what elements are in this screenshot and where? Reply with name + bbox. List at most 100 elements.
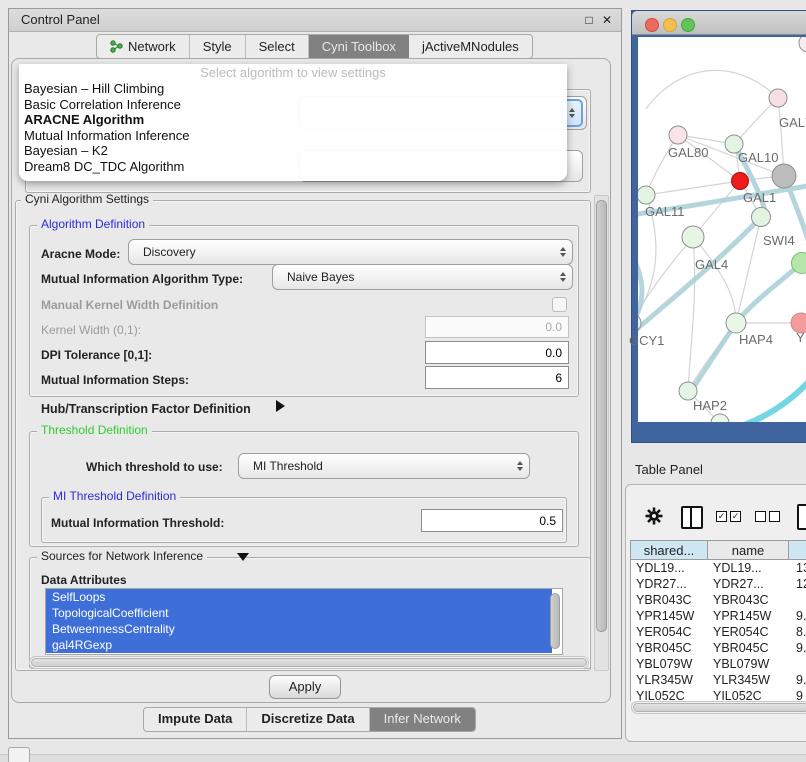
- table-row[interactable]: YDR27...YDR27...12: [631, 576, 806, 592]
- document-icon[interactable]: [797, 504, 806, 530]
- table-row[interactable]: YLR345WYLR345W9.: [631, 672, 806, 688]
- tab-style-label: Style: [203, 36, 232, 58]
- algorithm-option[interactable]: Dream8 DC_TDC Algorithm: [19, 159, 567, 175]
- node-swi4: [752, 208, 771, 227]
- network-canvas[interactable]: GAL7 GAL80 GAL10 GAL1 GAL11 SWI4 GAL4 GC…: [638, 37, 806, 422]
- tab-select[interactable]: Select: [246, 35, 309, 58]
- split-columns-icon[interactable]: [681, 506, 703, 529]
- which-threshold-value: MI Threshold: [239, 459, 511, 473]
- mi-type-combo[interactable]: Naive Bayes: [272, 264, 573, 290]
- tab-style[interactable]: Style: [190, 35, 246, 58]
- sources-horizontal-scrollbar-thumb[interactable]: [31, 658, 587, 667]
- network-graph: [638, 37, 806, 422]
- control-panel-title: Control Panel: [21, 9, 100, 31]
- data-attributes-label: Data Attributes: [41, 573, 127, 587]
- table-row[interactable]: YER054CYER054C8.: [631, 624, 806, 640]
- tab-impute-data[interactable]: Impute Data: [144, 708, 247, 731]
- table-horizontal-scrollbar-thumb[interactable]: [633, 703, 806, 712]
- data-attributes-list[interactable]: SelfLoops TopologicalCoefficient Between…: [45, 588, 563, 655]
- mi-threshold-field[interactable]: [421, 509, 563, 532]
- node-label: GAL10: [738, 150, 778, 165]
- tab-jactivemnodules-label: jActiveMNodules: [422, 36, 519, 58]
- float-window-icon[interactable]: □: [581, 9, 597, 31]
- manual-kernel-label: Manual Kernel Width Definition: [41, 298, 218, 312]
- tab-jactivemnodules[interactable]: jActiveMNodules: [409, 35, 532, 58]
- aracne-mode-combo[interactable]: Discovery: [128, 239, 573, 265]
- mi-steps-field[interactable]: [425, 366, 569, 389]
- attribute-item[interactable]: TopologicalCoefficient: [46, 605, 552, 621]
- sources-title: Sources for Network Inference: [37, 550, 207, 563]
- table-row[interactable]: YPR145WYPR145W9.: [631, 608, 806, 624]
- network-window-titlebar: [632, 11, 806, 35]
- application-root: Control Panel □ ✕ Network Style Select C…: [0, 0, 806, 762]
- attribute-item[interactable]: SelfLoops: [46, 589, 552, 605]
- tab-cyni-toolbox-label: Cyni Toolbox: [322, 36, 396, 58]
- close-window-icon[interactable]: ✕: [599, 9, 615, 31]
- table-row[interactable]: YDL19...YDL19...13: [631, 560, 806, 576]
- network-edge-bright: [738, 377, 806, 422]
- column-header-shared-name[interactable]: shared...: [631, 541, 708, 559]
- algorithm-option[interactable]: Bayesian – K2: [19, 143, 567, 159]
- node-label: GAL1: [743, 190, 776, 205]
- control-panel-window: Control Panel □ ✕ Network Style Select C…: [8, 8, 622, 739]
- expand-right-icon[interactable]: [276, 400, 285, 412]
- node-label: GAL11: [645, 204, 685, 219]
- tab-network[interactable]: Network: [97, 35, 190, 58]
- node-gal11: [638, 186, 655, 204]
- node-gal7: [769, 89, 787, 107]
- tab-select-label: Select: [259, 36, 295, 58]
- algorithm-option[interactable]: Basic Correlation Inference: [19, 97, 567, 113]
- node-gal1: [732, 173, 749, 190]
- node-partial-top: [799, 37, 806, 52]
- zoom-traffic-light-icon[interactable]: [681, 18, 695, 32]
- cyni-settings-group-title: Cyni Algorithm Settings: [21, 193, 153, 206]
- gear-icon[interactable]: [644, 506, 664, 526]
- which-threshold-combo[interactable]: MI Threshold: [238, 453, 530, 479]
- unchecked-checkbox-icon[interactable]: [755, 511, 766, 522]
- column-header-partial[interactable]: [789, 541, 806, 559]
- tab-network-label: Network: [128, 36, 176, 58]
- tab-infer-network[interactable]: Infer Network: [370, 708, 475, 731]
- network-nodes: [638, 37, 806, 422]
- collapse-down-icon[interactable]: [237, 553, 249, 561]
- close-traffic-light-icon[interactable]: [645, 18, 659, 32]
- tab-cyni-toolbox[interactable]: Cyni Toolbox: [309, 35, 409, 58]
- table-row[interactable]: YBR043CYBR043C: [631, 592, 806, 608]
- mi-threshold-label: Mutual Information Threshold:: [51, 516, 224, 530]
- kernel-width-label: Kernel Width (0,1):: [41, 323, 141, 337]
- algorithm-option-selected[interactable]: ARACNE Algorithm: [19, 112, 567, 128]
- apply-button[interactable]: Apply: [269, 675, 341, 699]
- aracne-mode-value: Discovery: [129, 245, 554, 259]
- algorithm-option[interactable]: Mutual Information Inference: [19, 128, 567, 144]
- list-scrollbar-thumb[interactable]: [550, 593, 560, 649]
- table-row[interactable]: YBR045CYBR045C9.: [631, 640, 806, 656]
- dpi-tolerance-field[interactable]: [425, 341, 569, 364]
- algorithm-dropdown-popup: Select algorithm to view settings Bayesi…: [19, 64, 567, 181]
- settings-scrollbar-thumb[interactable]: [596, 200, 607, 632]
- settings-scrollbar-track[interactable]: [594, 195, 609, 671]
- column-header-name[interactable]: name: [708, 541, 789, 559]
- algorithm-placeholder: Select algorithm to view settings: [19, 64, 567, 81]
- sources-horizontal-scrollbar[interactable]: [29, 656, 589, 669]
- minimized-panel-icon[interactable]: [8, 747, 30, 762]
- aracne-mode-label: Aracne Mode:: [41, 247, 120, 261]
- attribute-item[interactable]: gal4RGexp: [46, 637, 552, 653]
- node-label: GCY1: [629, 333, 664, 348]
- table-row[interactable]: YIL052CYIL052C9: [631, 688, 806, 701]
- table-header-row: shared... name: [630, 540, 806, 560]
- table-horizontal-scrollbar[interactable]: [631, 701, 806, 714]
- node-label: GAL4: [695, 257, 728, 272]
- dpi-tolerance-label: DPI Tolerance [0,1]:: [41, 348, 152, 362]
- attribute-item[interactable]: BetweennessCentrality: [46, 621, 552, 637]
- tab-discretize-data[interactable]: Discretize Data: [247, 708, 369, 731]
- network-icon: [110, 40, 123, 53]
- algorithm-option[interactable]: Bayesian – Hill Climbing: [19, 81, 567, 97]
- mi-type-value: Naive Bayes: [273, 270, 554, 284]
- manual-kernel-checkbox[interactable]: [552, 297, 567, 312]
- table-body[interactable]: YDL19...YDL19...13 YDR27...YDR27...12 YB…: [630, 560, 806, 701]
- minimize-traffic-light-icon[interactable]: [663, 18, 677, 32]
- checked-checkbox-icon[interactable]: ✓: [730, 511, 741, 522]
- unchecked-checkbox-icon[interactable]: [769, 511, 780, 522]
- table-row[interactable]: YBL079WYBL079W: [631, 656, 806, 672]
- checked-checkbox-icon[interactable]: ✓: [716, 511, 727, 522]
